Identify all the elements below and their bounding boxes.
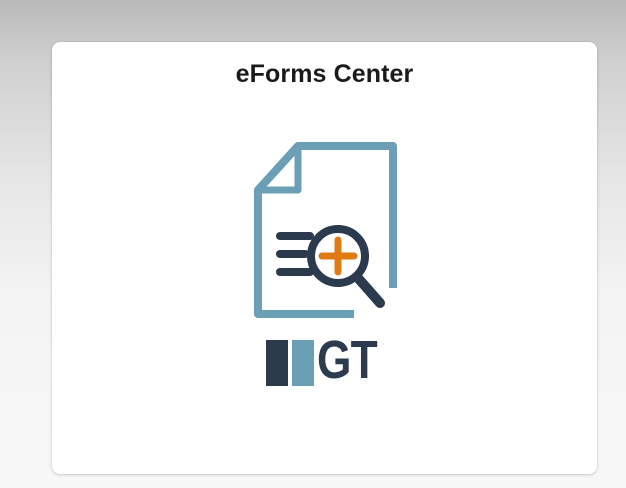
eforms-center-tile[interactable]: eForms Center GT — [52, 42, 597, 474]
brand-bar-light — [292, 340, 314, 386]
brand-bar-dark — [266, 340, 288, 386]
gt-brand-logo: GT — [265, 330, 385, 390]
document-search-plus-icon — [248, 138, 408, 322]
tile-title: eForms Center — [235, 60, 414, 88]
brand-text: GT — [317, 330, 378, 390]
